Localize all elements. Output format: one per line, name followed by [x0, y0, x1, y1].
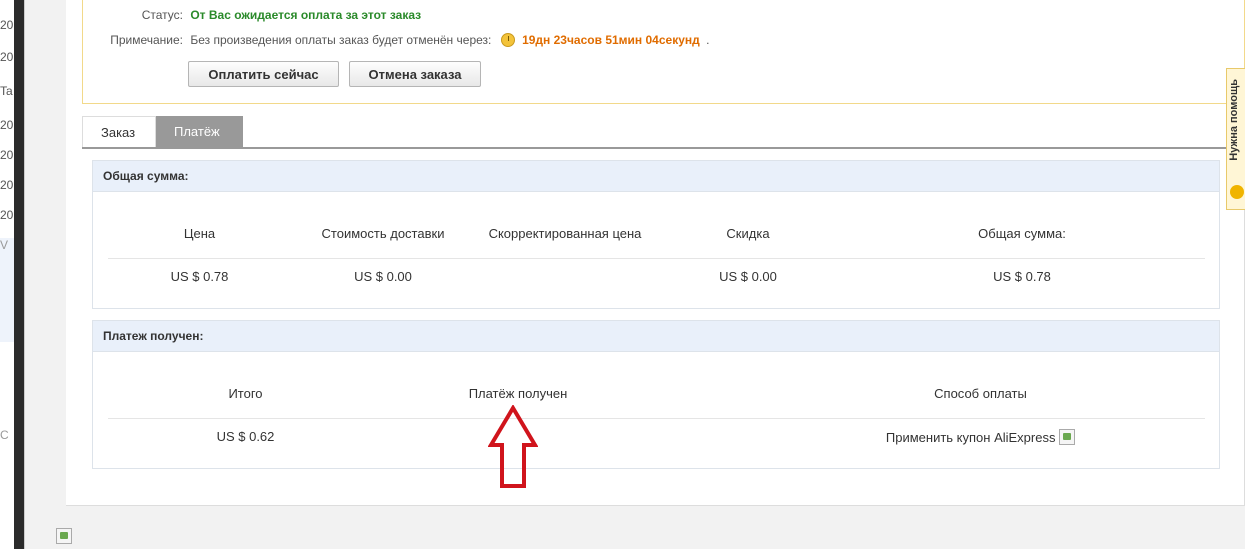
order-detail-main: Статус: От Вас ожидается оплата за этот …	[66, 0, 1245, 506]
help-side-tab[interactable]: Нужна помощь	[1226, 68, 1245, 210]
fragment-text: V	[0, 238, 9, 252]
fragment-text: 20	[0, 50, 14, 64]
row-divider	[108, 258, 1205, 259]
fragment-text: 20	[0, 18, 14, 32]
annotation-arrow-icon	[488, 405, 538, 488]
panel-title: Общая сумма:	[93, 161, 1219, 192]
page-gutter	[24, 0, 66, 549]
broken-image-icon	[1059, 429, 1076, 445]
support-icon	[1230, 185, 1244, 199]
total-value: US $ 0.78	[993, 269, 1051, 284]
note-value: Без произведения оплаты заказ будет отме…	[190, 33, 492, 47]
background-highlight	[0, 238, 14, 342]
note-row: Примечание: Без произведения оплаты зака…	[83, 33, 709, 47]
tab-order[interactable]: Заказ	[82, 116, 156, 147]
fragment-text: 20	[0, 208, 14, 222]
column-header: Скидка	[726, 226, 770, 241]
apply-coupon-link[interactable]: Применить купон AliExpress	[886, 430, 1056, 445]
fragment-text: C	[0, 428, 9, 442]
background-page-strip: 20 20 Ta 20 20 20 20 V C	[0, 0, 14, 549]
note-label: Примечание:	[110, 33, 183, 47]
column-header: Общая сумма:	[978, 226, 1066, 241]
column-header: Платёж получен	[468, 386, 568, 401]
fragment-text: 20	[0, 178, 14, 192]
row-divider	[108, 418, 1205, 419]
column-header: Скорректированная цена	[488, 226, 642, 241]
total-amount-panel: Общая сумма: Цена Стоимость доставки Ско…	[92, 160, 1220, 309]
fragment-text: 20	[0, 148, 14, 162]
cancel-order-button[interactable]: Отмена заказа	[349, 61, 481, 87]
order-tabs: Заказ Платёж	[82, 116, 1245, 149]
column-header: Цена	[183, 226, 216, 241]
panel-title: Платеж получен:	[93, 321, 1219, 352]
help-label: Нужна помощь	[1228, 79, 1240, 161]
status-row: Статус: От Вас ожидается оплата за этот …	[83, 8, 421, 22]
clock-icon	[500, 33, 515, 47]
payment-method-cell: Применить купон AliExpress	[813, 429, 1148, 445]
tab-payment[interactable]: Платёж	[156, 116, 243, 147]
status-label: Статус:	[141, 8, 183, 22]
discount-value: US $ 0.00	[719, 269, 777, 284]
broken-image-icon	[56, 528, 72, 544]
timer-suffix: .	[706, 33, 710, 47]
countdown-timer: 19дн 23часов 51мин 04секунд	[522, 33, 700, 47]
pay-now-button[interactable]: Оплатить сейчас	[188, 61, 339, 87]
payment-received-panel: Платеж получен: Итого Платёж получен Спо…	[92, 320, 1220, 469]
column-header: Итого	[228, 386, 263, 401]
column-header: Стоимость доставки	[321, 226, 445, 241]
shipping-value: US $ 0.00	[354, 269, 412, 284]
total-paid-value: US $ 0.62	[216, 429, 275, 444]
window-border	[14, 0, 24, 549]
fragment-text: Ta	[0, 84, 13, 98]
fragment-text: 20	[0, 118, 14, 132]
column-header: Способ оплаты	[934, 386, 1027, 401]
order-status-box: Статус: От Вас ожидается оплата за этот …	[82, 0, 1245, 104]
price-value: US $ 0.78	[170, 269, 229, 284]
status-value: От Вас ожидается оплата за этот заказ	[190, 8, 422, 22]
